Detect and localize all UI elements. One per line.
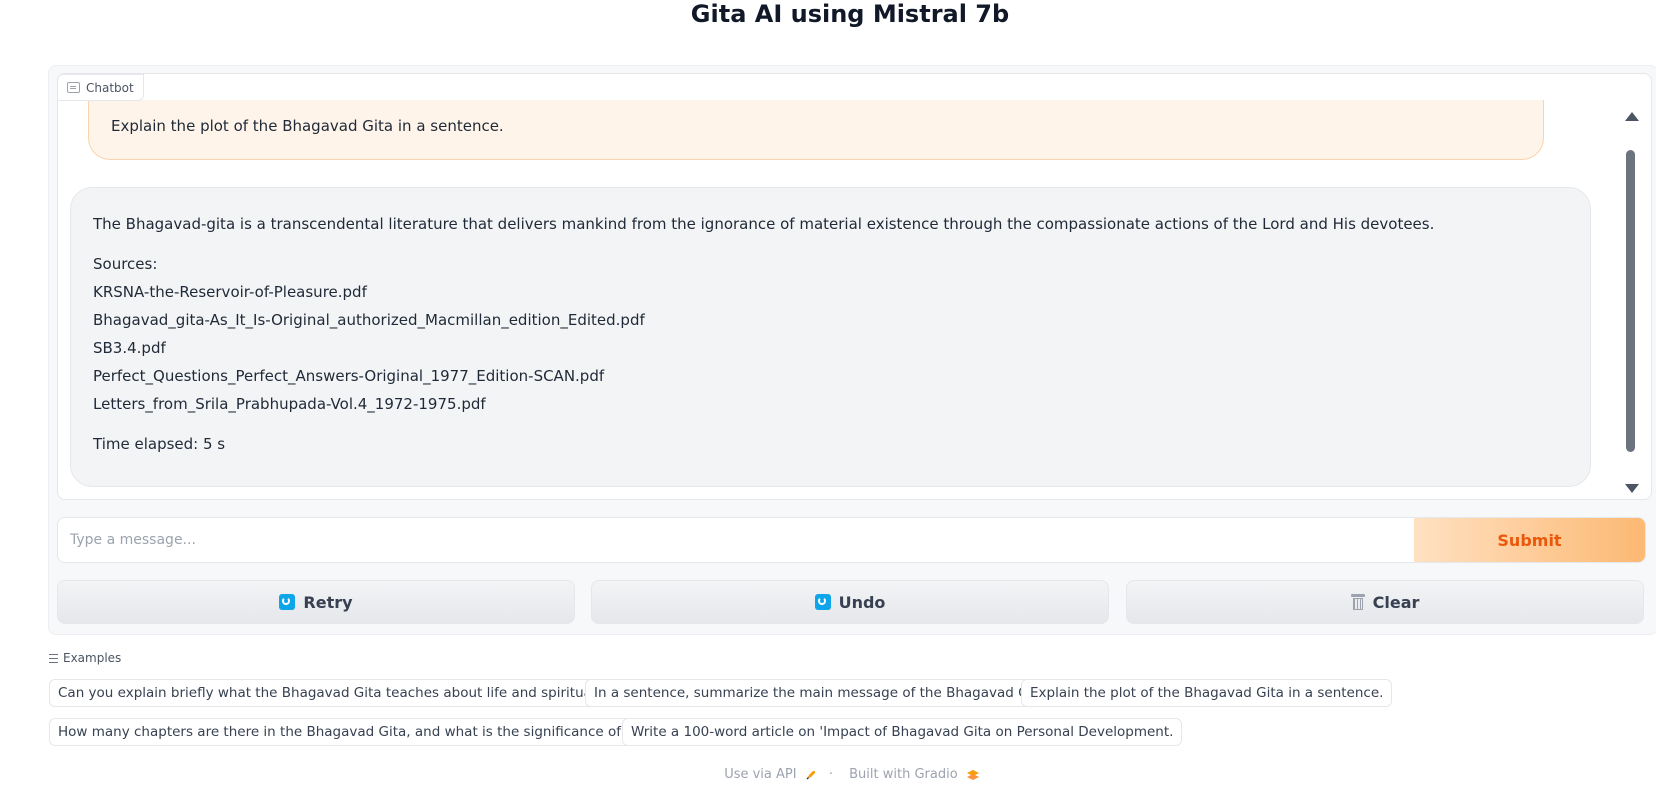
sources-label: Sources:: [93, 255, 158, 273]
scrollbar-thumb[interactable]: [1626, 150, 1635, 452]
time-elapsed: Time elapsed: 5 s: [93, 435, 226, 453]
clear-label: Clear: [1372, 592, 1420, 612]
sources-list: Sources: KRSNA-the-Reservoir-of-Pleasure…: [93, 250, 1568, 418]
bot-answer: The Bhagavad-gita is a transcendental li…: [93, 215, 1435, 233]
examples-label-text: Examples: [63, 651, 122, 665]
source-item: Bhagavad_gita-As_It_Is-Original_authoriz…: [93, 311, 645, 329]
retry-icon: [279, 594, 296, 610]
undo-button[interactable]: Undo: [591, 580, 1109, 624]
list-icon: [49, 653, 58, 663]
source-item: KRSNA-the-Reservoir-of-Pleasure.pdf: [93, 283, 367, 301]
source-item: Perfect_Questions_Perfect_Answers-Origin…: [93, 367, 605, 385]
example-item[interactable]: In a sentence, summarize the main messag…: [585, 679, 1060, 707]
user-message: Explain the plot of the Bhagavad Gita in…: [88, 100, 1544, 160]
message-input[interactable]: [58, 518, 1414, 562]
scroll-up-arrow-icon[interactable]: [1625, 112, 1639, 121]
example-item[interactable]: Write a 100-word article on 'Impact of B…: [622, 718, 1183, 746]
chatbot-label-text: Chatbot: [86, 80, 134, 95]
trash-icon: [1350, 594, 1365, 610]
retry-label: Retry: [303, 592, 353, 612]
chat-icon: [67, 82, 80, 93]
submit-button[interactable]: Submit: [1414, 518, 1645, 562]
page-title: Gita AI using Mistral 7b: [690, 0, 1010, 28]
user-message-text: Explain the plot of the Bhagavad Gita in…: [111, 117, 504, 135]
chat-scrollbar[interactable]: [1622, 108, 1639, 493]
source-item: SB3.4.pdf: [93, 339, 166, 357]
undo-icon: [814, 594, 831, 610]
scroll-down-arrow-icon[interactable]: [1625, 484, 1639, 493]
rocket-icon: [806, 770, 815, 780]
bot-message: The Bhagavad-gita is a transcendental li…: [70, 187, 1591, 487]
message-input-row: Submit: [57, 517, 1646, 563]
retry-button[interactable]: Retry: [57, 580, 575, 624]
built-with-gradio-link[interactable]: Built with Gradio: [845, 767, 980, 782]
gradio-logo-icon: [966, 769, 979, 780]
source-item: Letters_from_Srila_Prabhupada-Vol.4_1972…: [93, 395, 486, 413]
example-item[interactable]: How many chapters are there in the Bhaga…: [49, 718, 675, 746]
example-item[interactable]: Can you explain briefly what the Bhagava…: [49, 679, 629, 707]
footer-separator: ·: [828, 767, 833, 782]
chatbot-label: Chatbot: [57, 74, 144, 101]
undo-label: Undo: [838, 592, 886, 612]
example-item[interactable]: Explain the plot of the Bhagavad Gita in…: [1021, 679, 1393, 707]
use-via-api-link[interactable]: Use via API: [720, 767, 821, 782]
examples-label: Examples: [49, 651, 121, 665]
footer: Use via API · Built with Gradio: [0, 767, 1656, 782]
clear-button[interactable]: Clear: [1126, 580, 1644, 624]
